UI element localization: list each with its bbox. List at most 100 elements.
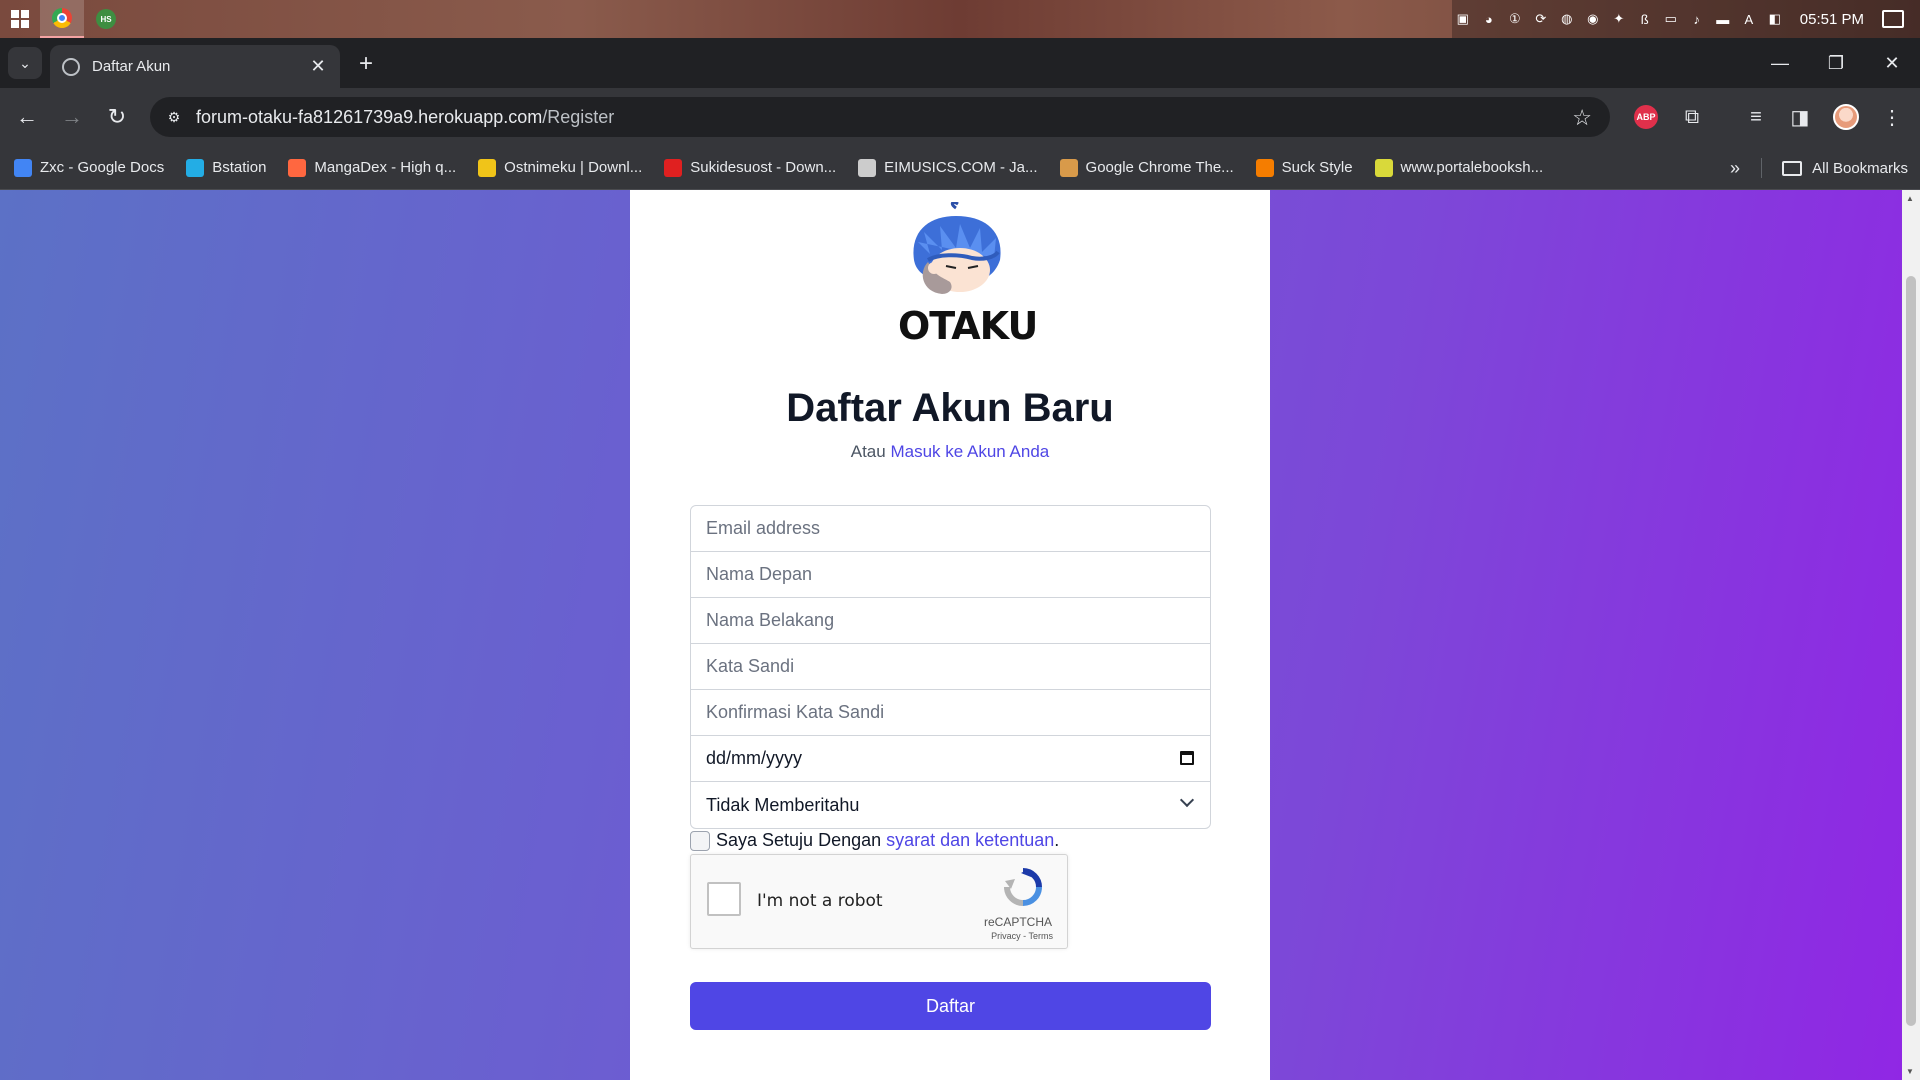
sync-icon[interactable]: ⟳ bbox=[1530, 8, 1552, 30]
more-bookmarks-icon[interactable]: » bbox=[1730, 158, 1740, 179]
profile-avatar[interactable] bbox=[1832, 103, 1860, 131]
subtitle: Atau Masuk ke Akun Anda bbox=[630, 442, 1270, 462]
address-bar[interactable]: ⚙ forum-otaku-fa81261739a9.herokuapp.com… bbox=[150, 97, 1610, 137]
terms-link[interactable]: syarat dan ketentuan bbox=[886, 830, 1054, 851]
minimize-button[interactable]: — bbox=[1752, 38, 1808, 88]
bookmark-label: Bstation bbox=[212, 159, 267, 176]
all-bookmarks-button[interactable]: All Bookmarks bbox=[1782, 146, 1908, 190]
bookmark-item[interactable]: Ostnimeku | Downl... bbox=[478, 158, 643, 177]
site-info-icon[interactable]: ⚙ bbox=[164, 107, 184, 127]
calendar-icon[interactable] bbox=[1180, 751, 1194, 765]
bookmark-label: Zxc - Google Docs bbox=[40, 159, 165, 176]
ostnimeku-icon bbox=[478, 158, 497, 177]
bookmark-label: Google Chrome The... bbox=[1085, 159, 1234, 176]
windows-taskbar: HS ▣ ◕ ① ⟳ ◍ ◉ ✦ ß ▭ ♪ ▬ A ◧ 05:51 PM bbox=[0, 0, 1920, 38]
gender-value: Tidak Memberitahu bbox=[706, 794, 860, 815]
app-tray-icon[interactable]: ◧ bbox=[1764, 8, 1786, 30]
bookmark-item[interactable]: www.portalebooksh... bbox=[1374, 158, 1543, 177]
clock[interactable]: 05:51 PM bbox=[1790, 11, 1878, 28]
bluetooth-icon[interactable]: ß bbox=[1634, 8, 1656, 30]
bookmark-item[interactable]: Suck Style bbox=[1255, 158, 1353, 177]
tab-daftar-akun[interactable]: Daftar Akun ✕ bbox=[50, 45, 340, 88]
register-button[interactable]: Daftar bbox=[690, 982, 1211, 1030]
recaptcha-label: I'm not a robot bbox=[757, 891, 883, 911]
tab-title: Daftar Akun bbox=[92, 58, 171, 75]
bookmark-item[interactable]: EIMUSICS.COM - Ja... bbox=[858, 158, 1038, 177]
avatar bbox=[1833, 104, 1859, 130]
tab-search-button[interactable]: ⌄ bbox=[8, 47, 42, 79]
scrollbar[interactable]: ▲ ▼ bbox=[1902, 190, 1920, 1080]
password-field[interactable]: Kata Sandi bbox=[691, 644, 1210, 690]
abp-icon: ABP bbox=[1634, 105, 1658, 129]
back-button[interactable]: ← bbox=[12, 102, 42, 132]
adblock-plus-extension[interactable]: ABP bbox=[1632, 103, 1660, 131]
blogger-icon bbox=[1255, 158, 1274, 177]
scrollbar-thumb[interactable] bbox=[1906, 276, 1916, 1026]
steam-icon[interactable]: ◉ bbox=[1582, 8, 1604, 30]
restore-button[interactable]: ❐ bbox=[1808, 38, 1864, 88]
bookmark-label: Suck Style bbox=[1281, 159, 1353, 176]
last-name-field[interactable]: Nama Belakang bbox=[691, 598, 1210, 644]
recaptcha-brand: reCAPTCHA bbox=[983, 915, 1052, 929]
otaku-logo: OTAKU bbox=[898, 200, 1038, 348]
bookmark-label: Ostnimeku | Downl... bbox=[504, 159, 643, 176]
bookmark-star-icon[interactable]: ☆ bbox=[1572, 105, 1592, 131]
confirm-password-field[interactable]: Konfirmasi Kata Sandi bbox=[691, 690, 1210, 736]
scroll-down-icon[interactable]: ▼ bbox=[1906, 1067, 1914, 1076]
subtitle-prefix: Atau bbox=[850, 442, 886, 461]
login-link[interactable]: Masuk ke Akun Anda bbox=[890, 442, 1049, 461]
windows-icon bbox=[11, 10, 29, 28]
terms-suffix: . bbox=[1054, 830, 1060, 850]
bstation-icon bbox=[186, 158, 205, 177]
tab-strip: ⌄ Daftar Akun ✕ + — ❐ ✕ bbox=[0, 38, 1920, 88]
bookmark-item[interactable]: Bstation bbox=[186, 158, 267, 177]
new-tab-button[interactable]: + bbox=[352, 50, 380, 78]
bookmark-item[interactable]: MangaDex - High q... bbox=[288, 158, 456, 177]
bookmark-item[interactable]: Sukidesuost - Down... bbox=[664, 158, 837, 177]
bookmarks-bar: Zxc - Google Docs Bstation MangaDex - Hi… bbox=[0, 146, 1920, 190]
first-name-field[interactable]: Nama Depan bbox=[691, 552, 1210, 598]
url-text[interactable]: forum-otaku-fa81261739a9.herokuapp.com/R… bbox=[196, 107, 614, 128]
input-language-icon[interactable]: A bbox=[1738, 8, 1760, 30]
gender-select[interactable]: Tidak Memberitahu bbox=[691, 782, 1210, 828]
terms-checkbox[interactable] bbox=[690, 830, 710, 851]
battery-icon[interactable]: ▬ bbox=[1712, 8, 1734, 30]
mascot-icon bbox=[913, 200, 1001, 294]
recaptcha-links[interactable]: Privacy - Terms bbox=[991, 931, 1053, 941]
scroll-up-icon[interactable]: ▲ bbox=[1906, 194, 1914, 203]
taskbar-app-hs[interactable]: HS bbox=[84, 0, 128, 38]
page-viewport: OTAKU Daftar Akun Baru Atau Masuk ke Aku… bbox=[0, 190, 1902, 1080]
media-control-icon[interactable]: ≡ bbox=[1742, 103, 1770, 131]
nvidia-icon[interactable]: ▣ bbox=[1452, 8, 1474, 30]
recaptcha-checkbox[interactable] bbox=[707, 882, 741, 916]
email-field[interactable]: Email address bbox=[691, 506, 1210, 552]
reload-button[interactable]: ↻ bbox=[102, 102, 132, 132]
extensions-puzzle-icon[interactable]: ⧉ bbox=[1678, 103, 1706, 131]
volume-icon[interactable]: ♪ bbox=[1686, 8, 1708, 30]
close-tab-icon[interactable]: ✕ bbox=[308, 56, 328, 77]
bookmark-item[interactable]: Zxc - Google Docs bbox=[14, 158, 165, 177]
game-icon[interactable]: ✦ bbox=[1608, 8, 1630, 30]
notification-badge-icon[interactable]: ① bbox=[1504, 8, 1526, 30]
terms-prefix: Saya Setuju Dengan bbox=[716, 830, 882, 850]
network-icon[interactable]: ▭ bbox=[1660, 8, 1682, 30]
url-host: forum-otaku-fa81261739a9.herokuapp.com bbox=[196, 106, 543, 127]
bookmark-label: Sukidesuost - Down... bbox=[690, 159, 837, 176]
discord-icon[interactable]: ◕ bbox=[1478, 8, 1500, 30]
system-tray: ▣ ◕ ① ⟳ ◍ ◉ ✦ ß ▭ ♪ ▬ A ◧ 05:51 PM bbox=[1451, 0, 1920, 38]
side-panel-icon[interactable]: ◨ bbox=[1786, 103, 1814, 131]
taskbar-chrome[interactable] bbox=[40, 0, 84, 38]
forward-button[interactable]: → bbox=[57, 102, 87, 132]
chrome-theme-icon bbox=[1059, 158, 1078, 177]
close-window-button[interactable]: ✕ bbox=[1864, 38, 1920, 88]
birthdate-field[interactable]: dd/mm/yyyy bbox=[691, 736, 1210, 782]
bookmark-item[interactable]: Google Chrome The... bbox=[1059, 158, 1234, 177]
start-button[interactable] bbox=[0, 0, 40, 38]
sukidesuost-icon bbox=[664, 158, 683, 177]
notification-center-icon[interactable] bbox=[1882, 10, 1904, 28]
globe-icon[interactable]: ◍ bbox=[1556, 8, 1578, 30]
all-bookmarks-label: All Bookmarks bbox=[1812, 159, 1908, 177]
recaptcha-icon bbox=[1004, 868, 1042, 906]
menu-kebab-icon[interactable]: ⋮ bbox=[1878, 103, 1906, 131]
folder-icon bbox=[1782, 160, 1803, 176]
